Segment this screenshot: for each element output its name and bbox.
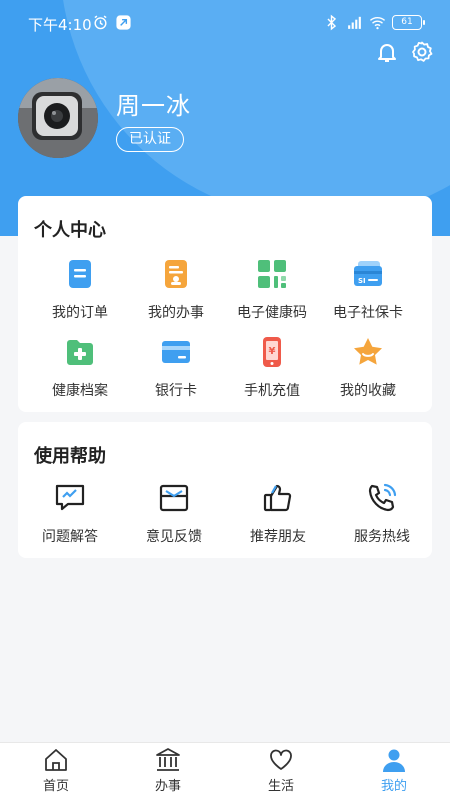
home-icon xyxy=(45,749,67,771)
grid-item-health-record[interactable]: 健康档案 xyxy=(28,336,132,400)
person-icon xyxy=(383,749,405,772)
grid-item-label: 银行卡 xyxy=(155,383,197,399)
grid-item-phone-recharge[interactable]: ¥ 手机充值 xyxy=(220,336,324,400)
help-title: 使用帮助 xyxy=(34,446,106,467)
phone-recharge-icon: ¥ xyxy=(263,337,281,367)
grid-item-label: 我的订单 xyxy=(52,305,108,321)
bluetooth-icon xyxy=(327,14,337,31)
status-time: 下午4:10 xyxy=(28,16,92,34)
grid-item-bank-card[interactable]: 银行卡 xyxy=(124,336,228,400)
grid-item-health-code[interactable]: 电子健康码 xyxy=(220,258,324,322)
app-notification-icon xyxy=(116,15,131,30)
tab-home[interactable]: 首页 xyxy=(0,743,112,800)
grid-item-service-hotline[interactable]: 服务热线 xyxy=(330,482,434,546)
health-code-icon xyxy=(258,260,286,288)
grid-item-label: 电子社保卡 xyxy=(333,305,403,321)
grid-item-feedback[interactable]: 意见反馈 xyxy=(122,482,226,546)
grid-item-recommend-friends[interactable]: 推荐朋友 xyxy=(226,482,330,546)
tab-label: 办事 xyxy=(154,779,181,794)
svg-text:¥: ¥ xyxy=(269,346,276,357)
grid-item-label: 健康档案 xyxy=(52,383,108,399)
grid-item-faq[interactable]: 问题解答 xyxy=(18,482,122,546)
grid-item-label: 手机充值 xyxy=(244,383,300,399)
tab-affairs[interactable]: 办事 xyxy=(112,743,224,800)
health-record-icon xyxy=(67,340,93,365)
government-building-icon xyxy=(156,748,180,771)
wifi-icon xyxy=(369,16,386,30)
grid-item-label: 问题解答 xyxy=(42,529,98,545)
user-name: 周一冰 xyxy=(116,92,191,120)
signal-icon xyxy=(348,16,361,29)
tab-life[interactable]: 生活 xyxy=(225,743,337,800)
phone-hotline-icon xyxy=(368,483,397,512)
heart-icon xyxy=(270,749,292,770)
avatar-photo xyxy=(18,78,98,158)
alarm-icon xyxy=(94,15,107,30)
svg-text:SI: SI xyxy=(358,277,366,285)
tab-mine[interactable]: 我的 xyxy=(338,743,450,800)
order-icon xyxy=(69,260,91,288)
thumbs-up-icon xyxy=(263,484,292,512)
tab-label: 我的 xyxy=(380,779,407,794)
social-security-card-icon: SI xyxy=(354,261,382,286)
grid-item-my-affairs[interactable]: 我的办事 xyxy=(124,258,228,322)
battery-indicator: 61 xyxy=(392,15,425,30)
bottom-tab-bar: 首页 办事 生活 我的 xyxy=(0,742,450,800)
grid-item-label: 意见反馈 xyxy=(146,529,202,545)
grid-item-favorites[interactable]: 我的收藏 xyxy=(316,336,420,400)
affairs-icon xyxy=(165,260,187,288)
grid-item-social-security-card[interactable]: SI 电子社保卡 xyxy=(316,258,420,322)
help-card: 使用帮助 问题解答 意见反馈 推荐朋友 服务热线 xyxy=(18,422,432,558)
personal-center-card: 个人中心 我的订单 我的办事 电子健康码 SI 电子社保卡 健康档案 银行卡 ¥… xyxy=(18,196,432,412)
verified-badge: 已认证 xyxy=(116,127,184,152)
personal-center-title: 个人中心 xyxy=(34,220,106,241)
tab-label: 首页 xyxy=(42,779,69,794)
avatar[interactable] xyxy=(18,78,98,158)
tab-label: 生活 xyxy=(267,779,294,794)
feedback-icon xyxy=(159,484,189,512)
faq-icon xyxy=(55,484,85,511)
favorites-icon xyxy=(354,338,382,365)
grid-item-label: 推荐朋友 xyxy=(250,529,306,545)
grid-item-label: 我的收藏 xyxy=(340,383,396,399)
grid-item-my-orders[interactable]: 我的订单 xyxy=(28,258,132,322)
grid-item-label: 我的办事 xyxy=(148,305,204,321)
grid-item-label: 电子健康码 xyxy=(237,305,307,321)
gear-icon[interactable] xyxy=(410,40,434,64)
bank-card-icon xyxy=(162,341,190,363)
grid-item-label: 服务热线 xyxy=(354,529,410,545)
bell-icon[interactable] xyxy=(375,40,399,64)
